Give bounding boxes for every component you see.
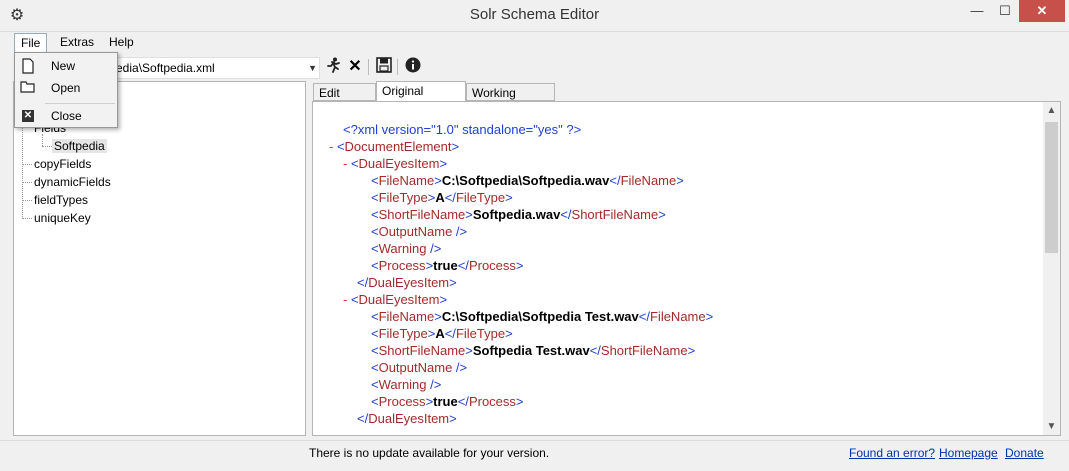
xml-line: <OutputName /> [371,360,468,375]
toolbar-separator [368,59,369,75]
tree-connector [22,182,32,183]
menu-bar: File Extras Help [0,32,1069,53]
scroll-down-icon[interactable]: ▼ [1043,418,1060,435]
tree-connector [42,134,43,146]
close-icon: ✕ [22,110,34,122]
new-file-icon [20,58,36,74]
window-title: Solr Schema Editor [469,6,600,23]
title-bar: ⚙ Solr Schema Editor — ☐ ✕ [0,0,1069,32]
xml-line: <OutputName /> [371,224,468,239]
found-error-link[interactable]: Found an error? [849,446,935,460]
xml-line: <ShortFileName>Softpedia Test.wav</Short… [371,343,696,358]
tree-connector [22,164,32,165]
maximize-button[interactable]: ☐ [991,0,1019,22]
menu-separator [45,103,115,104]
chevron-down-icon[interactable]: ▼ [308,58,317,78]
toolbar: edia\Softpedia.xml ▼ ✕ [0,55,1069,79]
xml-declaration-text: <?xml version="1.0" standalone="yes" ?> [343,122,582,137]
xml-line: <FileType>A</FileType> [371,190,513,205]
xml-declaration: <?xml version="1.0" standalone="yes" ?> [343,121,581,138]
cancel-icon[interactable]: ✕ [345,57,365,77]
toolbar-separator [397,59,398,75]
save-icon[interactable] [374,57,394,77]
xml-line: - <DualEyesItem> [343,292,448,307]
tree-item-softpedia[interactable]: Softpedia [52,139,107,153]
xml-line: <FileName>C:\Softpedia\Softpedia.wav</Fi… [371,173,684,188]
run-icon[interactable] [323,57,343,77]
tree-connector [22,218,32,219]
xml-line: <Process>true</Process> [371,258,524,273]
schema-tree[interactable]: Fields Softpedia copyFields dynamicField… [13,81,306,436]
folder-icon [20,80,36,96]
menu-item-new-label: New [51,59,76,73]
xml-line: <ShortFileName>Softpedia.wav</ShortFileN… [371,207,666,222]
tree-item-fieldtypes[interactable]: fieldTypes [34,193,88,207]
tree-item-copyfields[interactable]: copyFields [34,157,91,171]
menu-item-close-label: Close [51,109,82,123]
xml-viewer[interactable]: <?xml version="1.0" standalone="yes" ?> … [312,101,1061,436]
minimize-button[interactable]: — [963,0,991,22]
tree-item-dynamicfields[interactable]: dynamicFields [34,175,111,189]
menu-item-close[interactable]: ✕ Close [15,105,117,127]
info-icon[interactable] [403,57,423,77]
xml-line: <FileName>C:\Softpedia\Softpedia Test.wa… [371,309,714,324]
scroll-thumb[interactable] [1045,122,1058,253]
menu-item-open[interactable]: Open [15,77,117,99]
scroll-up-icon[interactable]: ▲ [1043,102,1060,119]
homepage-link[interactable]: Homepage [939,446,998,460]
tab-edit-details[interactable]: Edit Details [313,83,376,118]
xml-line: - <DualEyesItem> [343,156,448,171]
xml-line: <FileType>A</FileType> [371,326,513,341]
xml-line: </DualEyesItem> [357,411,457,426]
file-menu-dropdown: New Open ✕ Close [14,52,118,128]
menu-item-new[interactable]: New [15,55,117,77]
donate-link[interactable]: Donate [1005,446,1044,460]
tab-working-schema[interactable]: Working schema [466,83,555,118]
xml-line: <Warning /> [371,377,442,392]
status-message: There is no update available for your ve… [309,446,550,460]
vertical-scrollbar[interactable]: ▲ ▼ [1043,102,1060,435]
xml-line: </DualEyesItem> [357,275,457,290]
tree-item-uniquekey[interactable]: uniqueKey [34,211,91,225]
close-window-button[interactable]: ✕ [1019,0,1065,22]
tree-connector [22,200,32,201]
xml-line: <Warning /> [371,241,442,256]
xml-line: - <DocumentElement> [329,139,460,154]
tree-connector [42,146,52,147]
tab-original-schema[interactable]: Original schema [376,81,466,116]
menu-file[interactable]: File [14,33,48,53]
menu-item-open-label: Open [51,81,81,95]
menu-help[interactable]: Help [103,33,140,51]
schema-path-text: edia\Softpedia.xml [116,61,215,75]
status-bar: There is no update available for your ve… [0,440,1069,471]
xml-line: <Process>true</Process> [371,394,524,409]
menu-extras[interactable]: Extras [54,33,100,51]
